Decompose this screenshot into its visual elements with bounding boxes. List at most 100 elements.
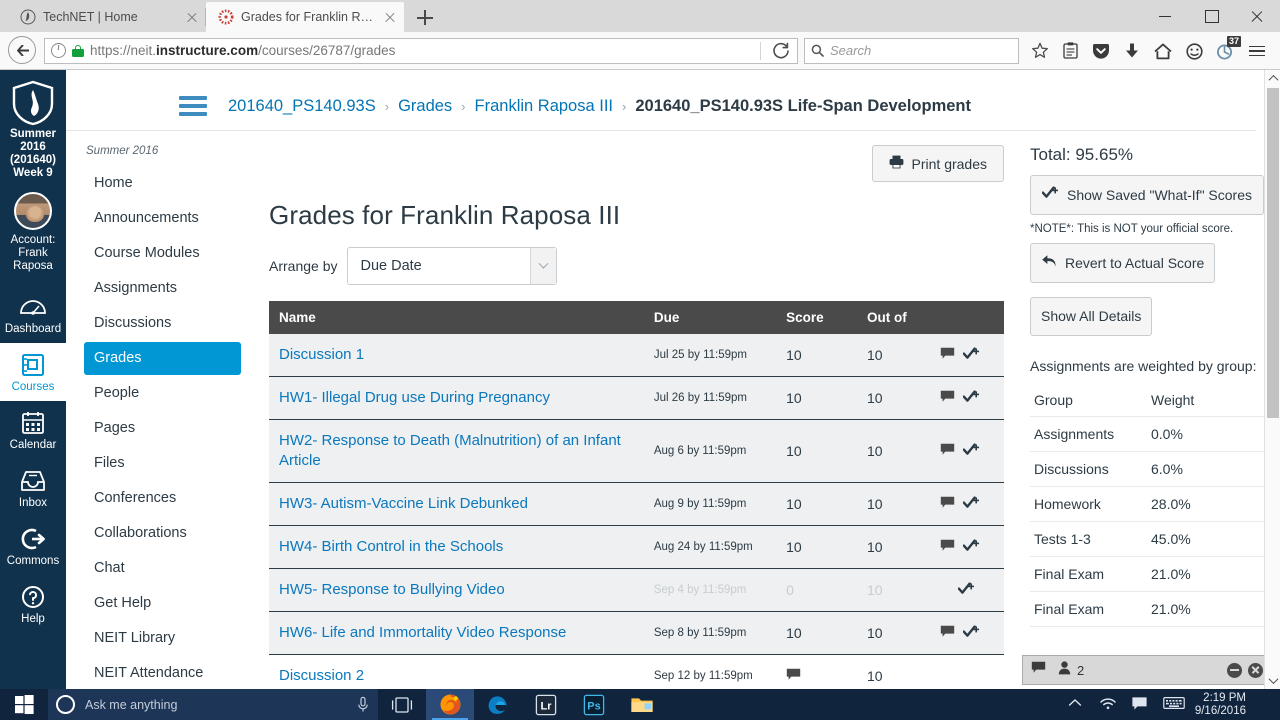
new-tab-button[interactable] [410,4,440,32]
sidebar-item-get-help[interactable]: Get Help [84,587,241,620]
firefox-taskbar-icon[interactable] [426,689,474,720]
maximize-button[interactable] [1188,0,1234,32]
globalnav-item-inbox[interactable]: Inbox [0,459,66,517]
sidebar-item-home[interactable]: Home [84,167,241,200]
sidebar-item-course-modules[interactable]: Course Modules [84,237,241,270]
table-row[interactable]: HW3- Autism-Vaccine Link Debunked Aug 9 … [269,482,1004,526]
cortana-search-box[interactable]: Ask me anything [48,689,378,720]
minimize-icon[interactable] [1227,662,1242,678]
address-bar[interactable]: https://neit.instructure.com/courses/267… [44,37,798,64]
globalnav-item-commons[interactable]: Commons [0,517,66,575]
sync-icon[interactable] [1180,37,1209,65]
chat-widget-bar[interactable]: 2 [1022,655,1272,685]
course-menu-toggle-icon[interactable] [176,94,210,118]
microphone-icon[interactable] [356,696,370,714]
wifi-icon[interactable] [1099,696,1117,714]
edge-taskbar-icon[interactable] [474,689,522,720]
close-icon[interactable] [1248,662,1263,678]
addon-icon[interactable]: 37 [1211,35,1241,65]
sidebar-item-neit-attendance[interactable]: NEIT Attendance [84,657,241,689]
comment-icon[interactable] [940,539,955,555]
close-icon[interactable] [382,9,398,25]
show-desktop-button[interactable] [1264,689,1270,720]
windows-start-icon[interactable] [0,689,48,720]
show-saved-whatif-button[interactable]: Show Saved "What-If" Scores [1030,175,1264,215]
breadcrumb-item-student[interactable]: Franklin Raposa III [475,97,613,116]
breadcrumb-item-course[interactable]: 201640_PS140.93S [228,97,376,116]
assignment-link[interactable]: HW6- Life and Immortality Video Response [279,624,566,641]
table-row[interactable]: HW4- Birth Control in the Schools Aug 24… [269,525,1004,569]
touch-keyboard-icon[interactable] [1163,696,1185,714]
assignment-link[interactable]: Discussion 2 [279,667,364,684]
sidebar-item-discussions[interactable]: Discussions [84,307,241,340]
browser-tab-technet[interactable]: TechNET | Home [8,2,206,32]
task-view-icon[interactable] [378,689,426,720]
comment-icon[interactable] [940,443,955,459]
revert-to-actual-score-button[interactable]: Revert to Actual Score [1030,243,1216,283]
minimize-button[interactable] [1142,0,1188,32]
reload-icon[interactable] [767,39,795,63]
sidebar-item-people[interactable]: People [84,377,241,410]
assignment-link[interactable]: HW3- Autism-Vaccine Link Debunked [279,495,528,512]
globalnav-item-courses[interactable]: Courses [0,343,66,401]
sidebar-item-pages[interactable]: Pages [84,412,241,445]
show-all-details-button[interactable]: Show All Details [1030,297,1153,336]
whatif-icon[interactable] [963,495,980,513]
assignment-link[interactable]: HW2- Response to Death (Malnutrition) of… [279,432,621,469]
menu-icon[interactable] [1242,37,1272,65]
whatif-icon[interactable] [958,581,975,599]
comment-icon[interactable] [940,496,955,512]
lightroom-taskbar-icon[interactable]: Lr [522,689,570,720]
whatif-icon[interactable] [963,389,980,407]
neit-shield-logo[interactable] [11,80,55,126]
page-info-icon[interactable] [51,42,66,58]
assignment-link[interactable]: HW5- Response to Bullying Video [279,581,505,598]
close-button[interactable] [1234,0,1280,32]
arrange-by-select[interactable]: Due Date [347,247,558,285]
sidebar-item-announcements[interactable]: Announcements [84,202,241,235]
downloads-icon[interactable] [1118,37,1147,65]
column-header-due[interactable]: Due [643,301,777,334]
browser-tab-grades[interactable]: Grades for Franklin Rapos... [206,2,404,32]
comment-icon[interactable] [786,668,801,684]
chevron-down-icon[interactable] [530,248,557,284]
scroll-down-button[interactable] [1265,672,1280,689]
chat-bubble-icon[interactable] [1031,661,1046,679]
sidebar-item-collaborations[interactable]: Collaborations [84,517,241,550]
globalnav-item-help[interactable]: Help [0,575,66,633]
home-icon[interactable] [1149,37,1178,65]
whatif-icon[interactable] [963,442,980,460]
scroll-up-button[interactable] [1265,70,1280,87]
photoshop-taskbar-icon[interactable]: Ps [570,689,618,720]
sidebar-item-assignments[interactable]: Assignments [84,272,241,305]
globalnav-item-calendar[interactable]: Calendar [0,401,66,459]
column-header-score[interactable]: Score [776,301,857,334]
taskbar-search-input[interactable]: Ask me anything [85,698,177,712]
breadcrumb-item-grades[interactable]: Grades [398,97,452,116]
avatar[interactable] [14,192,52,230]
sidebar-item-neit-library[interactable]: NEIT Library [84,622,241,655]
vertical-scrollbar[interactable] [1264,70,1280,689]
table-row[interactable]: HW6- Life and Immortality Video Response… [269,611,1004,655]
globalnav-item-dashboard[interactable]: Dashboard [0,285,66,343]
scrollbar-thumb[interactable] [1267,88,1279,418]
table-row[interactable]: Discussion 2 Sep 12 by 11:59pm 10 [269,654,1004,689]
comment-icon[interactable] [940,347,955,363]
file-explorer-taskbar-icon[interactable] [618,689,666,720]
whatif-icon[interactable] [963,538,980,556]
whatif-icon[interactable] [963,346,980,364]
whatif-icon[interactable] [963,624,980,642]
comment-icon[interactable] [940,625,955,641]
sidebar-item-conferences[interactable]: Conferences [84,482,241,515]
close-icon[interactable] [184,9,200,25]
assignment-link[interactable]: HW1- Illegal Drug use During Pregnancy [279,389,550,406]
comment-icon[interactable] [940,390,955,406]
sidebar-item-grades[interactable]: Grades [84,342,241,375]
table-row[interactable]: HW1- Illegal Drug use During Pregnancy J… [269,376,1004,420]
pocket-icon[interactable] [1087,37,1116,65]
table-row[interactable]: Discussion 1 Jul 25 by 11:59pm 10 10 [269,334,1004,377]
back-button[interactable] [8,35,38,66]
assignment-link[interactable]: HW4- Birth Control in the Schools [279,538,503,555]
search-input[interactable]: Search [830,43,871,58]
column-header-name[interactable]: Name [269,301,644,334]
